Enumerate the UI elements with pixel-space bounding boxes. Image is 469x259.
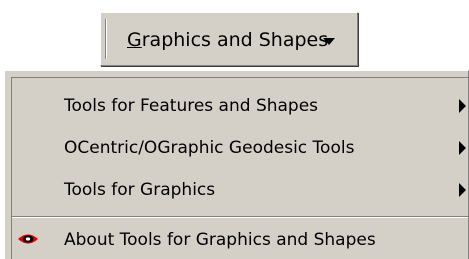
menu-button-label: Graphics and Shapes (127, 29, 328, 51)
submenu-arrow-icon (459, 141, 466, 155)
menu-item-geodesic-tools[interactable]: OCentric/OGraphic Geodesic Tools (12, 128, 468, 168)
toolbar-grip[interactable] (105, 19, 106, 59)
menu-item-tools-for-graphics[interactable]: Tools for Graphics (12, 170, 468, 210)
menu-item-tools-for-features-and-shapes[interactable]: Tools for Features and Shapes (12, 86, 468, 126)
menu-item-label: About Tools for Graphics and Shapes (64, 230, 376, 250)
submenu-arrow-icon (459, 99, 466, 113)
menu-button-label-rest: raphics and Shapes (141, 29, 329, 51)
screen: Graphics and Shapes Tools for Features a… (0, 0, 469, 259)
menu-button-accelerator: G (127, 29, 142, 51)
graphics-and-shapes-menu-button[interactable]: Graphics and Shapes (100, 12, 358, 66)
dropdown-caret-icon (323, 38, 335, 45)
menu-item-about-tools[interactable]: About Tools for Graphics and Shapes (12, 220, 468, 259)
submenu-arrow-icon (459, 183, 466, 197)
menu-separator (12, 216, 468, 218)
graphics-and-shapes-dropdown-menu: Tools for Features and Shapes OCentric/O… (4, 70, 469, 259)
menu-item-label: Tools for Graphics (64, 180, 216, 200)
menu-item-label: OCentric/OGraphic Geodesic Tools (64, 138, 355, 158)
dropdown-menu-panel: Tools for Features and Shapes OCentric/O… (11, 77, 468, 259)
eye-icon (18, 234, 38, 244)
menu-item-label: Tools for Features and Shapes (64, 96, 319, 116)
